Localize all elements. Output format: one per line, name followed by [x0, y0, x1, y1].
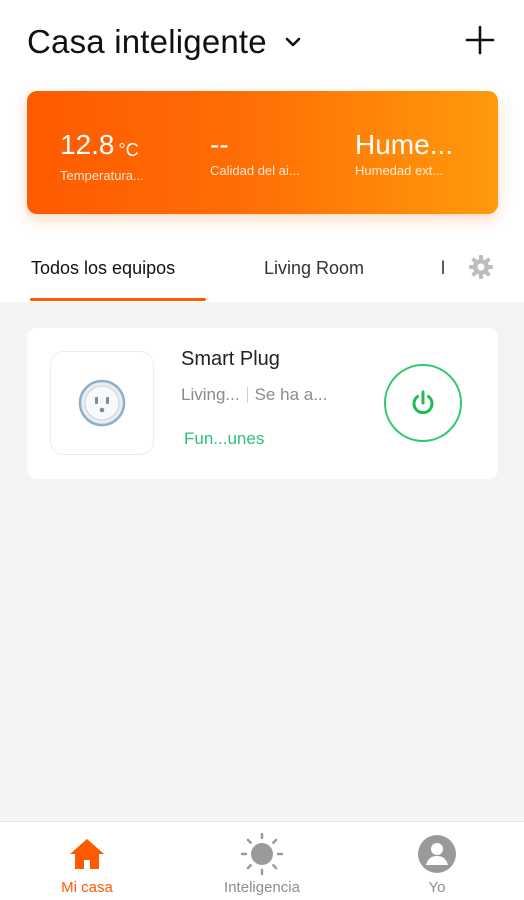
home-icon — [17, 832, 157, 876]
device-thumbnail — [50, 351, 154, 455]
gear-icon[interactable] — [468, 254, 494, 280]
air-quality-label: Calidad del ai... — [210, 163, 300, 178]
device-meta: Living... Se ha a... — [181, 385, 327, 405]
device-room: Living... — [181, 385, 240, 404]
device-functions-link[interactable]: Fun...unes — [184, 429, 264, 449]
nav-yo[interactable]: Yo — [367, 832, 507, 896]
home-selector[interactable]: Casa inteligente — [27, 20, 303, 64]
nav-label-mi-casa: Mi casa — [61, 879, 113, 896]
air-quality-metric: -- Calidad del ai... — [210, 129, 320, 179]
device-name: Smart Plug — [181, 348, 280, 370]
power-icon — [412, 390, 434, 415]
air-quality-value: -- — [210, 129, 229, 160]
chevron-down-icon[interactable] — [283, 32, 303, 52]
temperature-label: Temperatura... — [60, 168, 144, 183]
humidity-value: Hume... — [355, 129, 454, 160]
nav-label-yo: Yo — [428, 879, 446, 896]
nav-label-inteligencia: Inteligencia — [224, 879, 300, 896]
active-tab-indicator — [30, 298, 206, 301]
tab-living-room[interactable]: Living Room — [264, 258, 364, 279]
smart-plug-icon — [78, 379, 126, 427]
weather-card[interactable]: 12.8 °C Temperatura... -- Calidad del ai.… — [27, 91, 498, 214]
temperature-value: 12.8 — [60, 129, 115, 160]
nav-inteligencia[interactable]: Inteligencia — [192, 832, 332, 896]
meta-divider — [246, 387, 248, 403]
add-device-button[interactable] — [464, 24, 496, 56]
plus-icon — [465, 25, 495, 55]
humidity-metric: Hume... Humedad ext... — [355, 129, 465, 179]
tab-all-devices[interactable]: Todos los equipos — [31, 258, 175, 279]
power-toggle-button[interactable] — [384, 364, 462, 442]
temperature-unit: °C — [118, 140, 139, 160]
room-tabs: Todos los equipos Living Room l — [0, 248, 524, 302]
device-status: Se ha a... — [254, 385, 328, 404]
device-card[interactable]: Smart Plug Living... Se ha a... Fun...un… — [27, 328, 498, 479]
home-title[interactable]: Casa inteligente — [27, 23, 267, 61]
tab-overflow[interactable]: l — [441, 258, 445, 279]
humidity-label: Humedad ext... — [355, 163, 444, 178]
bottom-navigation: Mi casa Inteligencia Yo — [0, 821, 524, 900]
user-icon — [367, 832, 507, 876]
temperature-metric: 12.8 °C Temperatura... — [60, 129, 170, 184]
top-section: Casa inteligente 12.8 °C Temperatura... -… — [0, 0, 524, 302]
nav-mi-casa[interactable]: Mi casa — [17, 832, 157, 896]
sun-icon — [192, 832, 332, 876]
